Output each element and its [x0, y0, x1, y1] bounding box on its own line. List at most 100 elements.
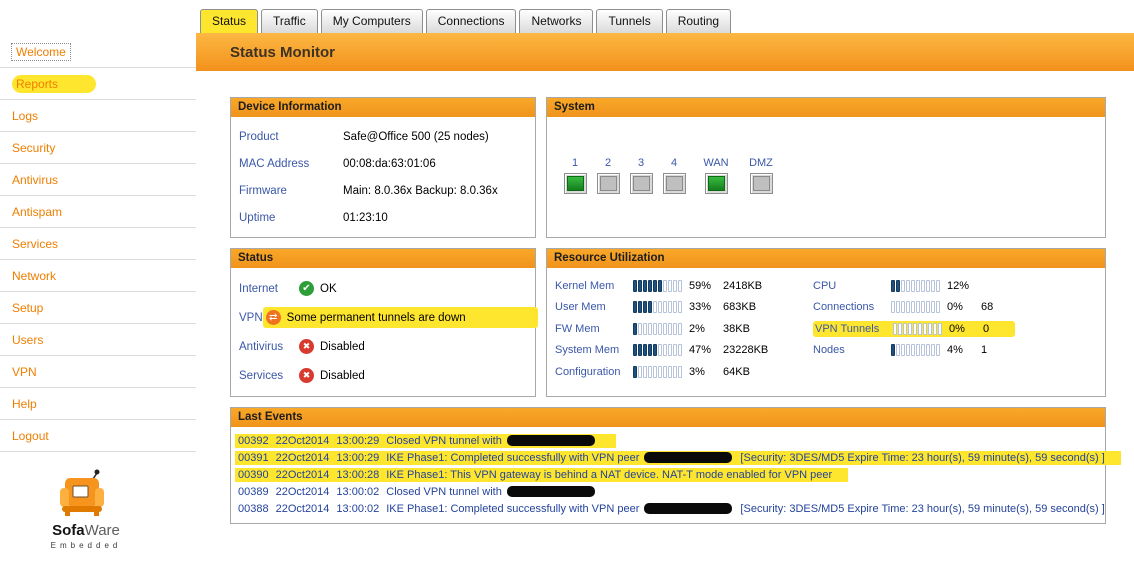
event-message: IKE Phase1: Completed successfully with … [386, 451, 1105, 464]
gauge-segment [893, 322, 897, 335]
tab-label: Routing [677, 14, 720, 28]
resource-value: 68 [981, 301, 994, 314]
gauge-segment [931, 344, 935, 357]
gauge-segment [678, 344, 682, 357]
port-label: 4 [670, 157, 678, 169]
sidebar-item-welcome[interactable]: Welcome [0, 36, 196, 68]
tab-routing[interactable]: Routing [665, 9, 732, 33]
title-bar: Status Monitor [196, 33, 1134, 71]
resource-row-cpu: CPU 12% [813, 275, 1015, 297]
resource-label: Kernel Mem [555, 279, 615, 292]
sidebar-item-label: VPN [12, 364, 37, 379]
device-info-value: 00:08:da:63:01:06 [343, 157, 436, 170]
tab-connections[interactable]: Connections [425, 9, 517, 33]
sync-circle-icon: ⇄ [265, 310, 281, 325]
port-label: 2 [604, 157, 612, 169]
port-indicator-2: 2 [594, 157, 622, 194]
last-events-body: 00392 22Oct2014 13:00:29 Closed VPN tunnel … [231, 427, 1121, 523]
resource-label: FW Mem [555, 322, 600, 335]
panel-header-resource-utilization: Resource Utilization [547, 249, 1105, 268]
x-circle-icon: ✖ [299, 339, 314, 354]
resource-column-left: Kernel Mem 59% 2418KB User Mem 33% 683KB FW Me… [555, 275, 813, 383]
status-row-antivirus: Antivirus ✖ Disabled [239, 332, 527, 361]
gauge-segment [648, 301, 652, 314]
resource-row-content: System Mem 47% 23228KB [555, 344, 768, 357]
port-indicator-wan: WAN [699, 157, 733, 194]
sidebar-item-logout[interactable]: Logout [0, 420, 196, 452]
tab-tunnels[interactable]: Tunnels [596, 9, 663, 33]
sidebar-item-help[interactable]: Help [0, 388, 196, 420]
tab-traffic[interactable]: Traffic [261, 9, 318, 33]
port-led-state [707, 176, 725, 191]
gauge-segment [673, 344, 677, 357]
gauge-segment [638, 322, 642, 335]
port-led [596, 173, 620, 194]
event-id: 00391 [238, 451, 269, 464]
resource-percent: 0% [949, 322, 965, 335]
tab-status[interactable]: Status [200, 9, 259, 33]
resource-label: Connections [813, 301, 875, 314]
status-text: Some permanent tunnels are down [286, 311, 466, 324]
sidebar-item-security[interactable]: Security [0, 132, 196, 164]
sofa-icon [60, 469, 104, 516]
resource-row-content: FW Mem 2% 38KB [555, 322, 750, 335]
sidebar-item-antispam[interactable]: Antispam [0, 196, 196, 228]
gauge-segment [903, 322, 907, 335]
device-info-label: Product [239, 130, 279, 143]
gauge-segment [901, 279, 905, 292]
resource-row-kernel-mem: Kernel Mem 59% 2418KB [555, 275, 813, 297]
resource-utilization-panel: Resource Utilization Kernel Mem 59% 2418KB… [546, 248, 1106, 397]
port-indicator-1: 1 [561, 157, 589, 194]
port-led [749, 173, 773, 194]
gauge-segment [936, 301, 940, 314]
page-title: Status Monitor [230, 43, 335, 61]
event-message: IKE Phase1: Completed successfully with … [386, 502, 1105, 515]
gauge-segment [643, 301, 647, 314]
event-id: 00392 [238, 434, 269, 447]
resource-percent: 4% [947, 344, 963, 357]
status-row-vpn: VPN ⇄ Some permanent tunnels are down [239, 303, 538, 332]
device-info-row-product: Product Safe@Office 500 (25 nodes) [239, 123, 527, 150]
resource-percent: 3% [689, 365, 705, 378]
tab-my-computers[interactable]: My Computers [320, 9, 423, 33]
gauge-segment [658, 301, 662, 314]
gauge-segment [926, 344, 930, 357]
gauge-segment [931, 301, 935, 314]
status-text: OK [320, 282, 337, 295]
gauge-segment [663, 344, 667, 357]
content-area: Device Information Product Safe@Office 50… [196, 71, 1134, 524]
port-label: 3 [637, 157, 645, 169]
sidebar-item-vpn[interactable]: VPN [0, 356, 196, 388]
event-row-content: 00392 22Oct2014 13:00:29 Closed VPN tunnel … [235, 433, 616, 448]
gauge-segment [648, 365, 652, 378]
gauge-segment [633, 301, 637, 314]
sidebar-item-logs[interactable]: Logs [0, 100, 196, 132]
sidebar-item-services[interactable]: Services [0, 228, 196, 260]
gauge-segment [921, 279, 925, 292]
gauge-segment [906, 279, 910, 292]
redacted-text [506, 486, 595, 498]
status-row-internet: Internet ✔ OK [239, 274, 527, 303]
status-value: ✔ OK [299, 281, 337, 296]
sidebar-item-reports[interactable]: Reports [0, 68, 196, 100]
gauge-segment [638, 365, 642, 378]
port-label: 1 [571, 157, 579, 169]
event-row: 00392 22Oct2014 13:00:29 Closed VPN tunnel … [235, 432, 1105, 449]
resource-label: User Mem [555, 301, 606, 314]
status-row-services: Services ✖ Disabled [239, 361, 527, 390]
resource-row-content: Configuration 3% 64KB [555, 365, 750, 378]
utilization-gauge [633, 279, 682, 292]
port-led-state [752, 176, 770, 191]
sidebar-item-users[interactable]: Users [0, 324, 196, 356]
sidebar-item-network[interactable]: Network [0, 260, 196, 292]
tab-label: Tunnels [608, 14, 651, 28]
sidebar-item-setup[interactable]: Setup [0, 292, 196, 324]
gauge-segment [673, 322, 677, 335]
port-indicator-dmz: DMZ [744, 157, 778, 194]
status-value: ✖ Disabled [299, 339, 365, 354]
sidebar-item-antivirus[interactable]: Antivirus [0, 164, 196, 196]
tab-networks[interactable]: Networks [519, 9, 594, 33]
status-value: ⇄ Some permanent tunnels are down [262, 307, 538, 328]
port-led [629, 173, 653, 194]
event-message: Closed VPN tunnel with [386, 486, 600, 498]
